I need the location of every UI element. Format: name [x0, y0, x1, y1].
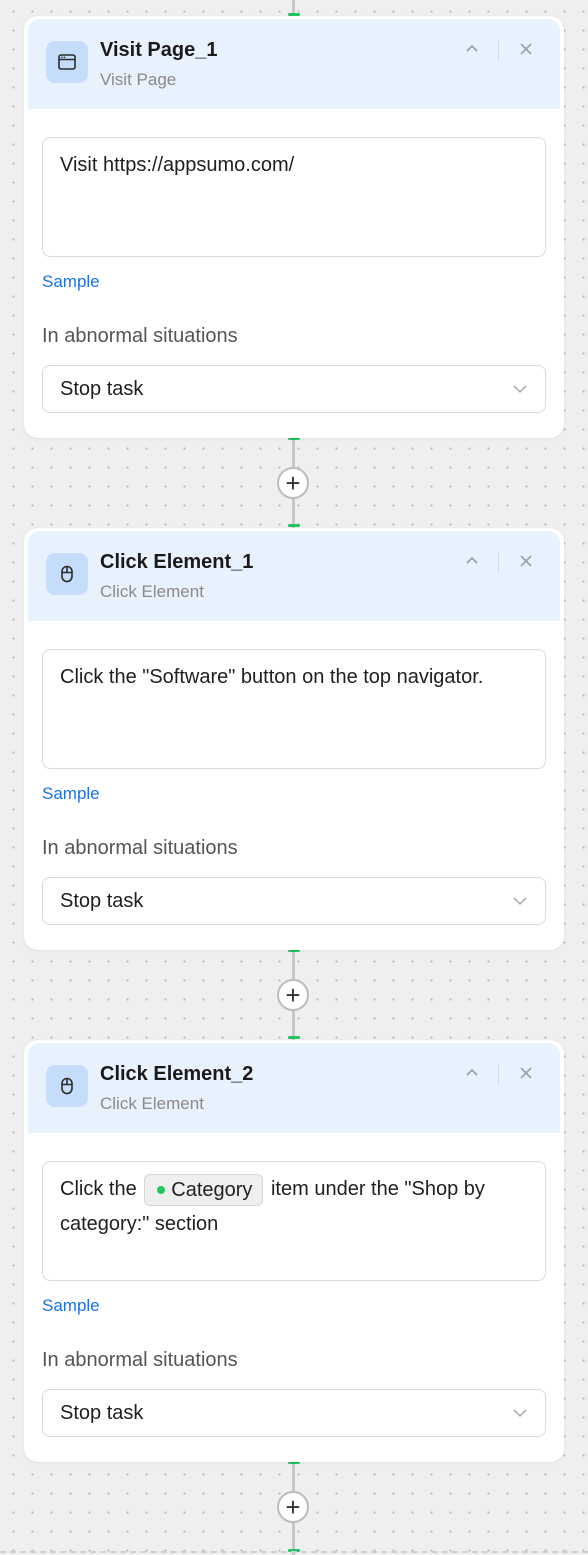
plus-icon: + [285, 468, 301, 498]
header-divider [498, 40, 499, 60]
prompt-input[interactable]: Visit https://appsumo.com/ [42, 137, 546, 257]
browser-window-icon [46, 41, 88, 83]
close-icon [520, 1067, 532, 1079]
prompt-text-before: Click the [60, 1178, 137, 1200]
sample-link[interactable]: Sample [42, 272, 100, 292]
connector-cap [288, 1036, 300, 1039]
add-step-button[interactable]: + [277, 467, 309, 499]
card-header: Click Element_2 Click Element [28, 1043, 560, 1133]
abnormal-select[interactable]: Stop task [42, 877, 546, 925]
select-value: Stop task [60, 1401, 144, 1424]
abnormal-label: In abnormal situations [42, 1349, 238, 1371]
prompt-text: Visit https://appsumo.com/ [60, 154, 295, 176]
card-header: Click Element_1 Click Element [28, 531, 560, 621]
plus-icon: + [285, 980, 301, 1010]
prompt-input[interactable]: Click the "Software" button on the top n… [42, 649, 546, 769]
abnormal-label: In abnormal situations [42, 325, 238, 347]
close-button[interactable] [514, 37, 538, 61]
chip-label: Category [171, 1178, 253, 1201]
step-card-click-element-1[interactable]: Click Element_1 Click Element Click the … [24, 528, 564, 950]
mouse-icon [46, 553, 88, 595]
card-title: Click Element_1 [100, 551, 254, 573]
variable-dot-icon [157, 1185, 166, 1194]
chevron-up-icon [466, 1068, 478, 1076]
sample-link[interactable]: Sample [42, 784, 100, 804]
collapse-button[interactable] [460, 549, 484, 573]
chevron-up-icon [466, 556, 478, 564]
step-card-visit-page[interactable]: Visit Page_1 Visit Page Visit https://ap… [24, 16, 564, 438]
close-icon [520, 555, 532, 567]
add-step-button[interactable]: + [277, 979, 309, 1011]
card-title: Click Element_2 [100, 1063, 254, 1085]
abnormal-label: In abnormal situations [42, 837, 238, 859]
variable-chip[interactable]: Category [144, 1173, 264, 1206]
select-value: Stop task [60, 889, 144, 912]
chevron-down-icon [513, 1409, 527, 1418]
chevron-down-icon [513, 897, 527, 906]
close-button[interactable] [514, 1061, 538, 1085]
close-icon [520, 43, 532, 55]
close-button[interactable] [514, 549, 538, 573]
add-step-button[interactable]: + [277, 1491, 309, 1523]
card-title: Visit Page_1 [100, 39, 218, 61]
plus-icon: + [285, 1492, 301, 1522]
chevron-up-icon [466, 44, 478, 52]
abnormal-select[interactable]: Stop task [42, 1389, 546, 1437]
card-subtitle: Visit Page [100, 70, 177, 89]
collapse-button[interactable] [460, 1061, 484, 1085]
canvas-end-divider [0, 1551, 588, 1553]
header-divider [498, 1064, 499, 1084]
header-divider [498, 552, 499, 572]
card-subtitle: Click Element [100, 582, 204, 601]
prompt-input[interactable]: Click the Category item under the "Shop … [42, 1161, 546, 1281]
step-card-click-element-2[interactable]: Click Element_2 Click Element Click the … [24, 1040, 564, 1462]
sample-link[interactable]: Sample [42, 1296, 100, 1316]
card-header: Visit Page_1 Visit Page [28, 19, 560, 109]
card-subtitle: Click Element [100, 1094, 204, 1113]
abnormal-select[interactable]: Stop task [42, 365, 546, 413]
collapse-button[interactable] [460, 37, 484, 61]
mouse-icon [46, 1065, 88, 1107]
prompt-text: Click the "Software" button on the top n… [60, 666, 484, 688]
chevron-down-icon [513, 385, 527, 394]
connector-cap [288, 524, 300, 527]
select-value: Stop task [60, 377, 144, 400]
